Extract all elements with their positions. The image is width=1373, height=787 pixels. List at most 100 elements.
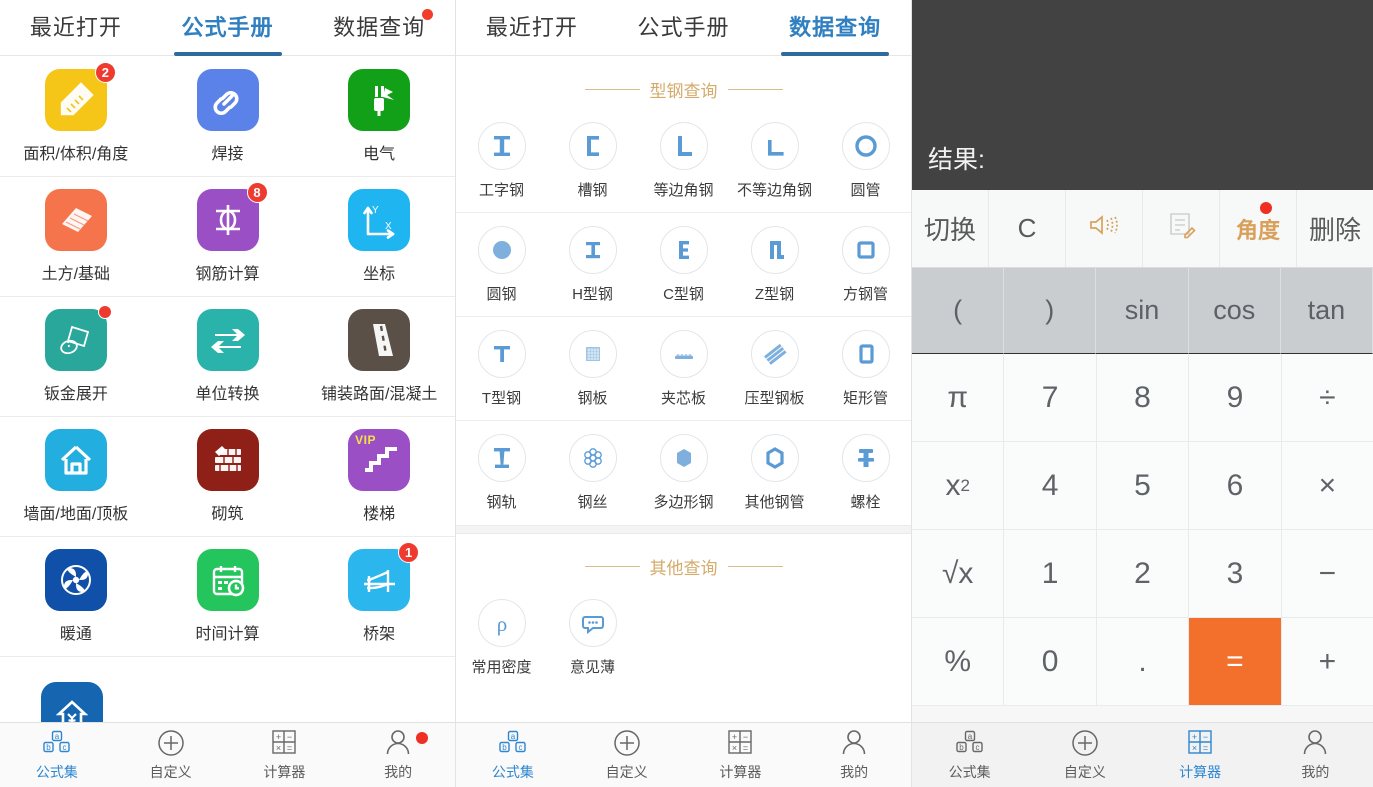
- nav-item-p2-3[interactable]: 我的: [797, 723, 911, 787]
- query-item[interactable]: 圆钢: [456, 213, 547, 316]
- bolt-icon: [841, 434, 890, 482]
- query-item[interactable]: 多边形钢: [638, 421, 729, 525]
- query-item[interactable]: 螺栓: [820, 421, 911, 525]
- h-beam-icon: [568, 225, 617, 274]
- tab-p2-1[interactable]: 公式手册: [608, 0, 760, 56]
- query-item[interactable]: 钢轨: [456, 421, 547, 525]
- tab-label: 数据查询: [789, 14, 882, 40]
- query-item[interactable]: 槽钢: [547, 109, 638, 212]
- tab-p2-2[interactable]: 数据查询: [759, 0, 911, 56]
- query-item[interactable]: 夹芯板: [638, 317, 729, 420]
- formula-item[interactable]: YX 坐标: [303, 177, 455, 296]
- calc-tool-3[interactable]: [1143, 190, 1220, 267]
- formula-item[interactable]: 铺装路面/混凝土: [303, 297, 455, 416]
- formula-item[interactable]: 8 钢筋计算: [152, 177, 304, 296]
- calc-tool-2[interactable]: [1066, 190, 1143, 267]
- formula-item[interactable]: 焊接: [152, 57, 304, 176]
- query-item[interactable]: 工字钢: [456, 109, 547, 212]
- formula-item[interactable]: 钣金展开: [0, 297, 152, 416]
- query-item[interactable]: 方钢管: [820, 213, 911, 316]
- key-sym34[interactable]: −: [1281, 530, 1373, 618]
- panel3-bottom-nav: ab c 公式集 自定义 + − × = 计算器 我的: [912, 722, 1373, 787]
- key-5[interactable]: 5: [1096, 442, 1190, 530]
- query-item[interactable]: 意见薄: [547, 586, 638, 690]
- key-sym14[interactable]: ÷: [1281, 354, 1373, 442]
- tab-p1-0[interactable]: 最近打开: [0, 0, 152, 56]
- key-1[interactable]: 1: [1004, 530, 1097, 618]
- query-item[interactable]: 钢丝: [547, 421, 638, 525]
- formula-item[interactable]: 暖通: [0, 537, 152, 656]
- key-sym43[interactable]: =: [1189, 618, 1282, 706]
- tab-p1-2[interactable]: 数据查询: [303, 0, 455, 56]
- key-4[interactable]: 4: [1004, 442, 1097, 530]
- query-item[interactable]: 钢板: [547, 317, 638, 420]
- key-9[interactable]: 9: [1189, 354, 1282, 442]
- house-icon: [44, 429, 107, 491]
- partial-formula-icon[interactable]: [41, 682, 103, 722]
- key-sym01[interactable]: ): [1004, 268, 1097, 354]
- key-x[interactable]: √x: [912, 530, 1005, 618]
- formula-item[interactable]: VIP 楼梯: [303, 417, 455, 536]
- key-sym00[interactable]: (: [912, 268, 1005, 354]
- query-item[interactable]: ρ 常用密度: [456, 586, 547, 690]
- nav-item-p1-0[interactable]: ab c 公式集: [0, 723, 114, 787]
- query-item[interactable]: 矩形管: [820, 317, 911, 420]
- tab-p1-1[interactable]: 公式手册: [152, 0, 304, 56]
- key-x[interactable]: x2: [912, 442, 1005, 530]
- key-0[interactable]: 0: [1004, 618, 1097, 706]
- formula-item[interactable]: 时间计算: [152, 537, 304, 656]
- nav-item-p3-3[interactable]: 我的: [1258, 723, 1373, 787]
- query-item[interactable]: H型钢: [547, 213, 638, 316]
- formula-item[interactable]: 2 面积/体积/角度: [0, 57, 152, 176]
- formula-item[interactable]: 墙面/地面/顶板: [0, 417, 152, 536]
- query-item[interactable]: 其他钢管: [729, 421, 820, 525]
- key-sym40[interactable]: %: [912, 618, 1005, 706]
- key-sym10[interactable]: π: [912, 354, 1005, 442]
- tab-label: 最近打开: [29, 14, 122, 40]
- svg-text:a: a: [55, 732, 60, 741]
- key-cos[interactable]: cos: [1188, 268, 1281, 354]
- key-sym44[interactable]: +: [1281, 618, 1373, 706]
- key-sym42[interactable]: .: [1096, 618, 1190, 706]
- section-header: 型钢查询: [456, 69, 911, 109]
- key-6[interactable]: 6: [1189, 442, 1282, 530]
- key-8[interactable]: 8: [1096, 354, 1190, 442]
- nav-item-p1-3[interactable]: 我的: [341, 723, 455, 787]
- formula-item[interactable]: 电气: [303, 57, 455, 176]
- query-item[interactable]: 圆管: [820, 109, 911, 212]
- nav-item-p2-2[interactable]: + − × = 计算器: [684, 723, 798, 787]
- query-item[interactable]: C型钢: [638, 213, 729, 316]
- calc-tool-0[interactable]: 切换: [912, 190, 989, 267]
- nav-item-p3-0[interactable]: ab c 公式集: [912, 723, 1027, 787]
- formula-item[interactable]: 1 桥架: [303, 537, 455, 656]
- query-item[interactable]: 压型钢板: [729, 317, 820, 420]
- formula-item[interactable]: 土方/基础: [0, 177, 152, 296]
- key-3[interactable]: 3: [1189, 530, 1282, 618]
- query-item[interactable]: Z型钢: [729, 213, 820, 316]
- query-label: 方钢管: [842, 285, 888, 303]
- nav-item-p1-1[interactable]: 自定义: [114, 723, 228, 787]
- nav-item-p2-1[interactable]: 自定义: [570, 723, 684, 787]
- calc-tool-5[interactable]: 删除: [1297, 190, 1373, 267]
- nav-item-p2-0[interactable]: ab c 公式集: [456, 723, 570, 787]
- query-item[interactable]: T型钢: [456, 317, 547, 420]
- calc-tool-label: 切换: [923, 215, 976, 245]
- query-item[interactable]: 不等边角钢: [729, 109, 820, 212]
- key-tan[interactable]: tan: [1280, 268, 1373, 354]
- formula-label: 电气: [363, 146, 396, 163]
- key-2[interactable]: 2: [1096, 530, 1190, 618]
- nav-item-p1-2[interactable]: + − × = 计算器: [228, 723, 342, 787]
- tab-p2-0[interactable]: 最近打开: [456, 0, 608, 56]
- nav-item-p3-2[interactable]: + − × = 计算器: [1143, 723, 1258, 787]
- formula-item[interactable]: 砌筑: [152, 417, 304, 536]
- calc-tool-1[interactable]: C: [989, 190, 1066, 267]
- key-sin[interactable]: sin: [1096, 268, 1189, 354]
- other-pipe-icon: [750, 434, 799, 482]
- formula-item[interactable]: 单位转换: [152, 297, 304, 416]
- nav-item-p3-1[interactable]: 自定义: [1027, 723, 1142, 787]
- query-item[interactable]: 等边角钢: [638, 109, 729, 212]
- calc-tool-4[interactable]: 角度: [1220, 190, 1297, 267]
- key-sym24[interactable]: ×: [1281, 442, 1373, 530]
- query-item-empty: [820, 586, 911, 690]
- key-7[interactable]: 7: [1004, 354, 1097, 442]
